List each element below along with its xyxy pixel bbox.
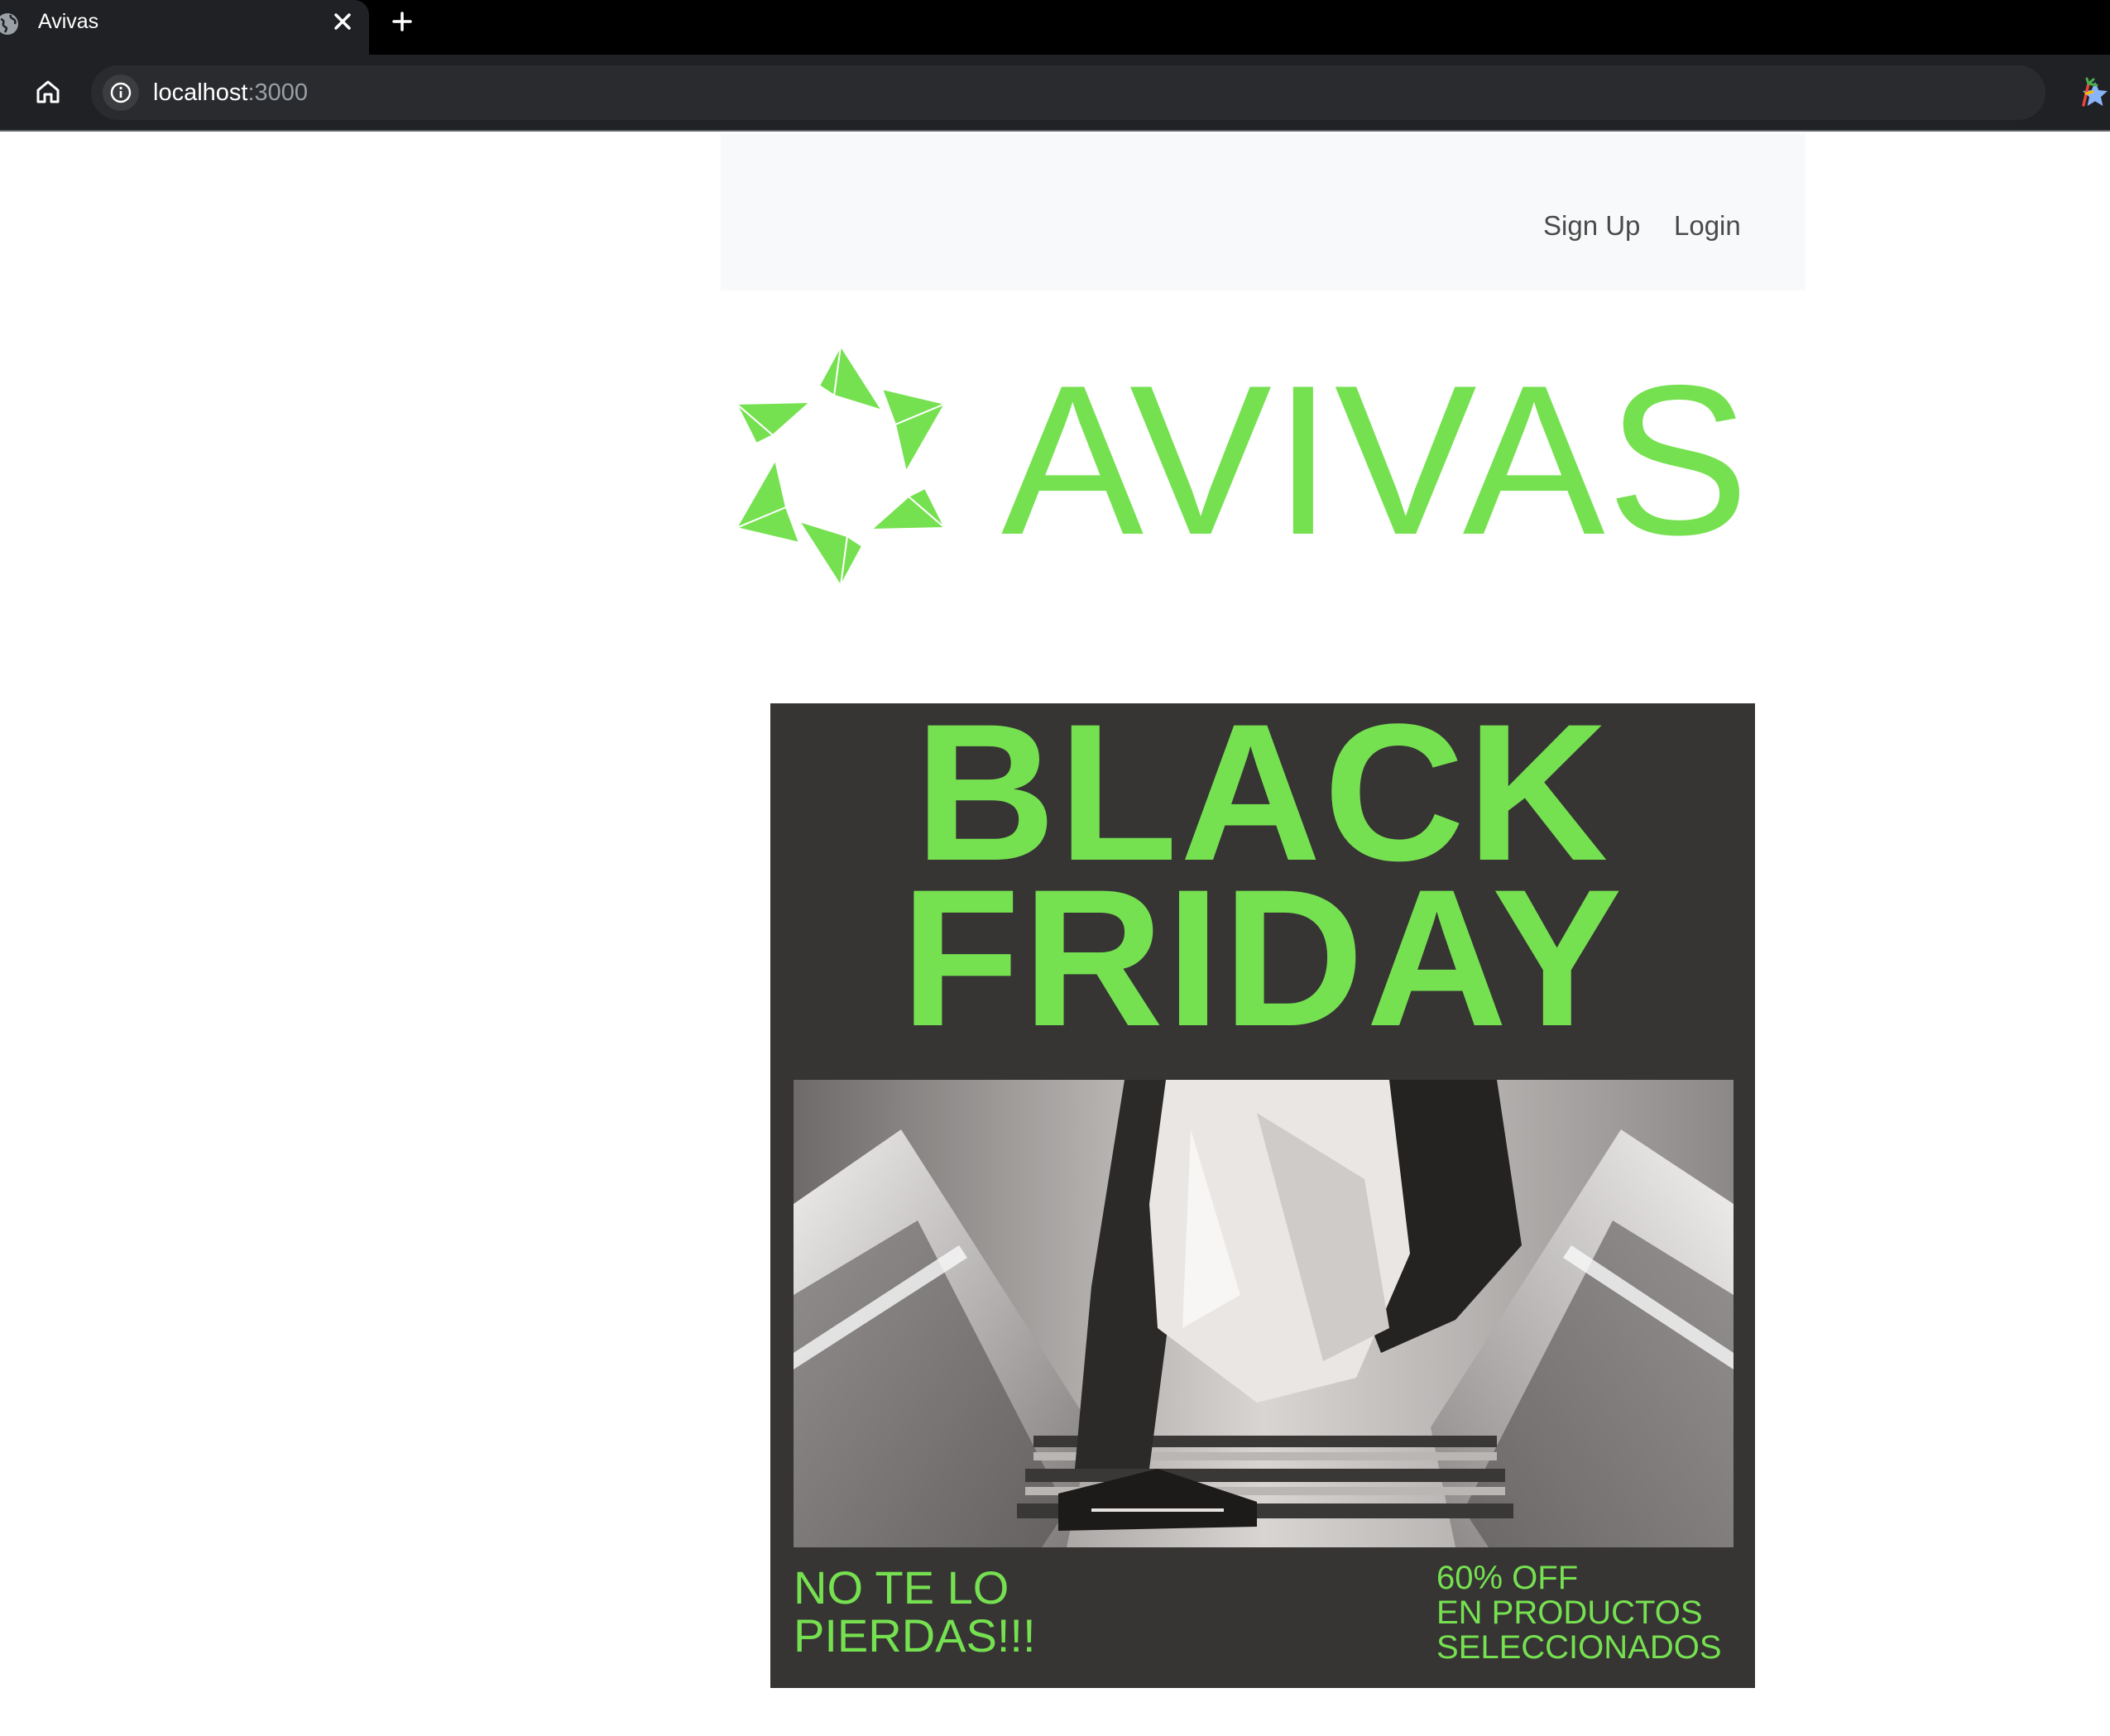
url-text[interactable]: localhost:3000 <box>153 79 308 106</box>
signup-link[interactable]: Sign Up <box>1543 209 1640 242</box>
tab-title: Avivas <box>38 10 99 33</box>
black-friday-banner: BLACK FRIDAY NO TE LO PIERDAS!!! 60% OFF… <box>770 703 1755 1688</box>
browser-toolbar: localhost:3000 <box>0 55 2110 132</box>
banner-tagline: NO TE LO PIERDAS!!! <box>794 1561 1036 1662</box>
globe-icon <box>0 13 18 35</box>
info-icon <box>110 82 132 103</box>
site-navbar: Sign Up Login <box>721 133 1805 290</box>
banner-photo-escalator-shopper <box>794 1080 1734 1547</box>
url-port: :3000 <box>247 79 309 106</box>
extension-icon[interactable] <box>2077 77 2102 107</box>
plus-icon[interactable] <box>389 8 415 35</box>
login-link[interactable]: Login <box>1674 209 1741 242</box>
browser-tab[interactable]: Avivas <box>0 0 369 55</box>
home-icon[interactable] <box>33 77 63 107</box>
close-icon[interactable] <box>329 8 356 35</box>
brand-wordmark: AVIVAS <box>1001 340 1751 579</box>
site-info-button[interactable] <box>103 74 139 111</box>
url-host: localhost <box>153 79 248 106</box>
banner-offer: 60% OFF EN PRODUCTOS SELECCIONADOS <box>1436 1560 1722 1666</box>
banner-headline-line2: FRIDAY <box>900 849 1625 1067</box>
avivas-logo-mark-icon <box>736 346 945 586</box>
browser-tabstrip: Avivas <box>0 0 2110 55</box>
address-bar[interactable]: localhost:3000 <box>91 65 2108 120</box>
